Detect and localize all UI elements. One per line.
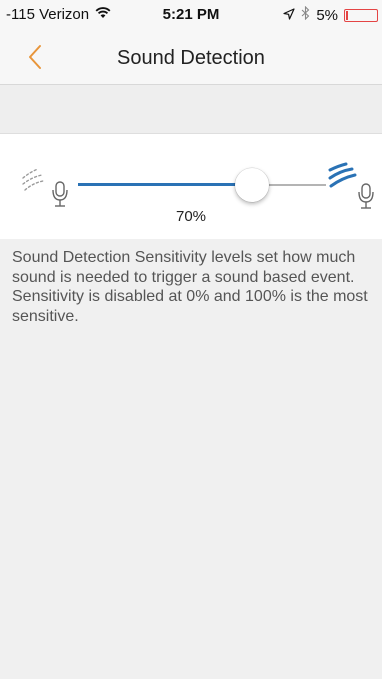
page-title: Sound Detection bbox=[117, 47, 265, 69]
battery-percent: 5% bbox=[316, 6, 338, 24]
carrier-label: -115 Verizon bbox=[6, 6, 90, 23]
battery-icon bbox=[344, 8, 378, 22]
chevron-left-icon bbox=[29, 45, 41, 69]
sensitivity-description: Sound Detection Sensitivity levels set h… bbox=[12, 249, 368, 325]
slider-thumb[interactable] bbox=[234, 168, 269, 202]
navigation-bar: Sound Detection bbox=[0, 30, 382, 85]
loud-sound-icon bbox=[328, 162, 374, 209]
status-time: 5:21 PM bbox=[162, 6, 220, 23]
section-spacer bbox=[0, 85, 382, 134]
battery-level-fill bbox=[346, 10, 348, 20]
sensitivity-card: 70% bbox=[0, 134, 382, 239]
sensitivity-slider[interactable] bbox=[78, 168, 326, 204]
app-screen: -115 Verizon 5:21 PM 5% Sound Detection … bbox=[0, 0, 382, 679]
back-button[interactable] bbox=[20, 40, 56, 74]
bluetooth-icon bbox=[301, 5, 310, 24]
slider-track-fill bbox=[78, 183, 252, 186]
status-bar: -115 Verizon 5:21 PM 5% bbox=[0, 0, 382, 30]
location-arrow-icon bbox=[283, 7, 295, 24]
wifi-icon bbox=[95, 6, 111, 23]
status-left: -115 Verizon bbox=[6, 6, 111, 23]
status-right: 5% bbox=[283, 5, 378, 24]
